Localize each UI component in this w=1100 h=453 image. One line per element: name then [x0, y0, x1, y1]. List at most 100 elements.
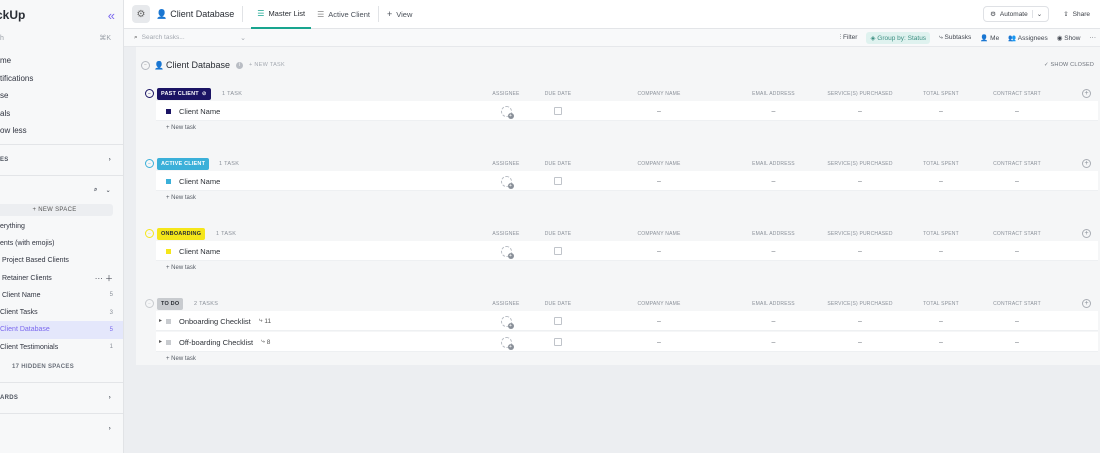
task-row[interactable]: Client Name––––– — [156, 171, 1098, 191]
due-date-cell[interactable] — [541, 171, 575, 191]
column-header[interactable]: CONTRACT START — [984, 231, 1050, 237]
share-button[interactable]: ⇪ Share — [1057, 6, 1096, 22]
sidebar-search[interactable]: h ⌘K — [0, 30, 123, 46]
column-header[interactable]: EMAIL ADDRESS — [746, 231, 801, 237]
due-date-cell[interactable] — [541, 311, 575, 331]
task-row[interactable]: ▸Onboarding Checklist⤷11––––– — [156, 311, 1098, 331]
automate-button[interactable]: ⚙ Automate ⌄ — [983, 6, 1050, 22]
collapse-group-icon[interactable]: − — [145, 89, 154, 98]
custom-field-cell[interactable]: – — [918, 241, 964, 261]
add-assignee-icon[interactable] — [500, 245, 514, 259]
task-row[interactable]: Client Name––––– — [156, 241, 1098, 261]
sidebar-item-pulse[interactable]: se — [0, 87, 123, 105]
calendar-icon[interactable] — [554, 177, 562, 185]
task-name-cell[interactable]: Onboarding Checklist ⤷ 11 — [166, 311, 271, 331]
status-badge[interactable]: ONBOARDING — [157, 228, 206, 240]
add-task-button[interactable]: + New task — [166, 356, 196, 362]
custom-field-cell[interactable]: – — [746, 171, 801, 191]
add-assignee-icon[interactable] — [500, 175, 514, 189]
task-name[interactable]: Client Name — [179, 247, 220, 256]
column-header[interactable]: DUE DATE — [541, 301, 575, 307]
task-name-cell[interactable]: Client Name — [166, 241, 220, 261]
status-square-icon[interactable] — [166, 318, 171, 324]
sidebar-item-notifications[interactable]: tifications — [0, 70, 123, 88]
custom-field-cell[interactable]: – — [626, 101, 692, 121]
custom-field-cell[interactable]: – — [746, 311, 801, 331]
new-task-button[interactable]: + NEW TASK — [249, 62, 285, 68]
custom-field-cell[interactable]: – — [824, 171, 896, 191]
task-name-cell[interactable]: Client Name — [166, 171, 220, 191]
info-icon[interactable]: i — [236, 61, 244, 69]
add-view-button[interactable]: + View — [381, 0, 418, 29]
sidebar-space-everything[interactable]: erything — [0, 218, 123, 235]
custom-field-cell[interactable]: – — [984, 311, 1050, 331]
column-header[interactable]: ASSIGNEE — [488, 231, 524, 237]
add-task-button[interactable]: + New task — [166, 265, 196, 271]
column-header[interactable]: EMAIL ADDRESS — [746, 161, 801, 167]
sidebar-list-client-testimonials[interactable]: Client Testimonials 1 — [0, 339, 123, 356]
assignee-cell[interactable] — [488, 241, 524, 261]
filter-button[interactable]: ⫶ Filter — [840, 34, 858, 42]
subtask-count[interactable]: ⤷ 8 — [261, 338, 270, 346]
collapse-all-icon[interactable]: − — [141, 60, 150, 70]
collapse-group-icon[interactable]: − — [145, 299, 154, 308]
column-header[interactable]: ASSIGNEE — [488, 161, 524, 167]
column-header[interactable]: TOTAL SPENT — [918, 161, 964, 167]
custom-field-cell[interactable]: – — [626, 241, 692, 261]
custom-field-cell[interactable]: – — [824, 332, 896, 352]
custom-field-cell[interactable]: – — [746, 332, 801, 352]
due-date-cell[interactable] — [541, 332, 575, 352]
hidden-spaces-link[interactable]: 17 HIDDEN SPACES — [0, 356, 123, 378]
status-square-icon[interactable] — [166, 108, 171, 114]
breadcrumb[interactable]: 👤 Client Database — [156, 9, 234, 20]
task-row[interactable]: Client Name––––– — [156, 101, 1098, 121]
sidebar-item-home[interactable]: me — [0, 52, 123, 70]
dashboards-section[interactable]: ARDS › — [0, 387, 123, 409]
docs-section[interactable]: › — [0, 418, 123, 440]
column-header[interactable]: SERVICE(S) PURCHASED — [824, 231, 896, 237]
sidebar-space-clients-emojis[interactable]: ents (with emojis) — [0, 235, 123, 252]
tab-master-list[interactable]: ☰ Master List — [251, 0, 312, 29]
collapse-group-icon[interactable]: − — [145, 159, 154, 168]
assignee-cell[interactable] — [488, 101, 524, 121]
custom-field-cell[interactable]: – — [918, 171, 964, 191]
show-closed-button[interactable]: ✓ SHOW CLOSED — [1044, 62, 1094, 68]
sidebar-space-project-based[interactable]: Project Based Clients — [0, 252, 123, 269]
expand-subtasks-icon[interactable]: ▸ — [159, 317, 162, 324]
assignee-cell[interactable] — [488, 332, 524, 352]
add-assignee-icon[interactable] — [500, 315, 514, 329]
column-header[interactable]: ASSIGNEE — [488, 91, 524, 97]
custom-field-cell[interactable]: – — [746, 241, 801, 261]
column-header[interactable]: TOTAL SPENT — [918, 231, 964, 237]
add-column-icon[interactable]: + — [1082, 159, 1091, 168]
subtasks-button[interactable]: ⤷ Subtasks — [939, 34, 971, 42]
calendar-icon[interactable] — [554, 107, 562, 115]
custom-field-cell[interactable]: – — [918, 311, 964, 331]
tab-active-client[interactable]: ☰ Active Client — [311, 0, 376, 29]
column-header[interactable]: TOTAL SPENT — [918, 91, 964, 97]
sidebar-item-goals[interactable]: als — [0, 105, 123, 123]
assignee-cell[interactable] — [488, 171, 524, 191]
chevron-down-icon[interactable]: ⌄ — [106, 187, 111, 194]
due-date-cell[interactable] — [541, 101, 575, 121]
add-column-icon[interactable]: + — [1082, 299, 1091, 308]
add-assignee-icon[interactable] — [500, 336, 514, 350]
sidebar-list-client-name[interactable]: Client Name 5 — [0, 287, 123, 304]
task-name[interactable]: Client Name — [179, 107, 220, 116]
calendar-icon[interactable] — [554, 338, 562, 346]
custom-field-cell[interactable]: – — [984, 171, 1050, 191]
column-header[interactable]: SERVICE(S) PURCHASED — [824, 91, 896, 97]
custom-field-cell[interactable]: – — [918, 332, 964, 352]
sidebar-list-client-tasks[interactable]: Client Tasks 3 — [0, 304, 123, 321]
column-header[interactable]: EMAIL ADDRESS — [746, 91, 801, 97]
status-badge[interactable]: TO DO — [157, 298, 184, 310]
double-chevron-left-icon[interactable]: « — [108, 8, 115, 23]
custom-field-cell[interactable]: – — [984, 332, 1050, 352]
custom-field-cell[interactable]: – — [626, 171, 692, 191]
column-header[interactable]: CONTRACT START — [984, 91, 1050, 97]
expand-subtasks-icon[interactable]: ▸ — [159, 338, 162, 345]
column-header[interactable]: DUE DATE — [541, 231, 575, 237]
add-task-button[interactable]: + New task — [166, 125, 196, 131]
custom-field-cell[interactable]: – — [626, 332, 692, 352]
task-name[interactable]: Client Name — [179, 177, 220, 186]
